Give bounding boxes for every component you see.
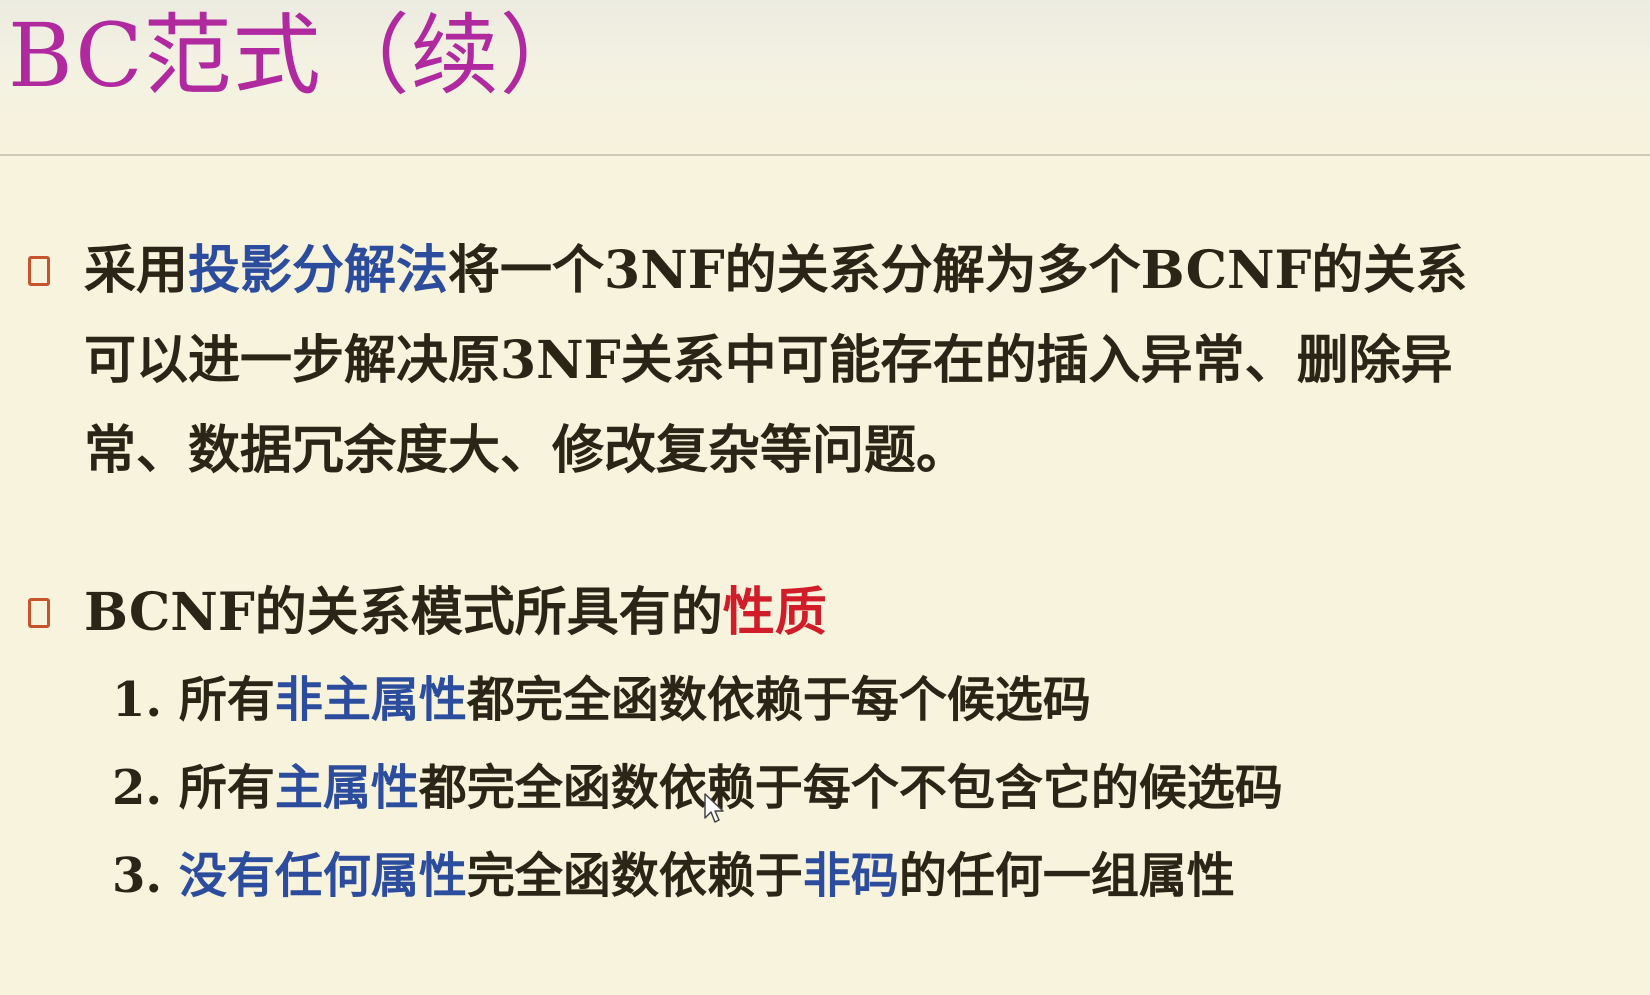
slide-title: BC范式（续） bbox=[8, 4, 589, 107]
property-text: 都完全函数依赖于每个不包含它的候选码 bbox=[418, 760, 1283, 816]
bullet1-text-start: 采用 bbox=[84, 240, 189, 301]
title-divider bbox=[0, 154, 1650, 156]
bullet1-line2: 可以进一步解决原3NF关系中可能存在的插入异常、删除异 bbox=[84, 330, 1453, 391]
property-item-3: 3. 没有任何属性完全函数依赖于非码的任何一组属性 bbox=[112, 832, 1612, 920]
square-bullet-icon bbox=[28, 256, 50, 286]
bullet2-highlight: 性质 bbox=[722, 582, 827, 643]
bullet-projection-decomposition: 采用投影分解法将一个3NF的关系分解为多个BCNF的关系 可以进一步解决原3NF… bbox=[22, 226, 1642, 496]
properties-list: 1. 所有非主属性都完全函数依赖于每个候选码 2. 所有主属性都完全函数依赖于每… bbox=[112, 656, 1612, 920]
property-highlight: 主属性 bbox=[274, 760, 419, 816]
bullet-row: BCNF的关系模式所具有的性质 bbox=[22, 568, 1642, 658]
square-bullet-icon bbox=[28, 598, 50, 628]
property-pre: 所有 bbox=[178, 760, 275, 816]
property-text-end: 的任何一组属性 bbox=[898, 848, 1235, 904]
bullet1-line3: 常、数据冗余度大、修改复杂等问题。 bbox=[84, 420, 969, 481]
bullet1-line1: 采用投影分解法将一个3NF的关系分解为多个BCNF的关系 bbox=[84, 226, 1642, 316]
property-number: 1. bbox=[112, 672, 179, 728]
bullet2-line: BCNF的关系模式所具有的性质 bbox=[84, 568, 1642, 658]
property-text: 都完全函数依赖于每个候选码 bbox=[466, 672, 1091, 728]
property-number: 2. bbox=[112, 760, 179, 816]
property-pre: 所有 bbox=[178, 672, 275, 728]
property-text: 完全函数依赖于 bbox=[466, 848, 803, 904]
property-item-2: 2. 所有主属性都完全函数依赖于每个不包含它的候选码 bbox=[112, 744, 1612, 832]
slide: BC范式（续） 采用投影分解法将一个3NF的关系分解为多个BCNF的关系 可以进… bbox=[0, 0, 1650, 995]
bullet-row: 采用投影分解法将一个3NF的关系分解为多个BCNF的关系 可以进一步解决原3NF… bbox=[22, 226, 1642, 496]
bullet1-highlight: 投影分解法 bbox=[188, 240, 449, 301]
property-highlight-2: 非码 bbox=[802, 848, 899, 904]
bullet-bcnf-properties: BCNF的关系模式所具有的性质 bbox=[22, 568, 1642, 658]
property-number: 3. bbox=[112, 848, 179, 904]
property-highlight: 非主属性 bbox=[274, 672, 467, 728]
property-highlight: 没有任何属性 bbox=[178, 848, 467, 904]
property-item-1: 1. 所有非主属性都完全函数依赖于每个候选码 bbox=[112, 656, 1612, 744]
bullet1-text-rest: 将一个3NF的关系分解为多个BCNF的关系 bbox=[448, 240, 1468, 301]
bullet2-text: BCNF的关系模式所具有的 bbox=[84, 582, 723, 643]
